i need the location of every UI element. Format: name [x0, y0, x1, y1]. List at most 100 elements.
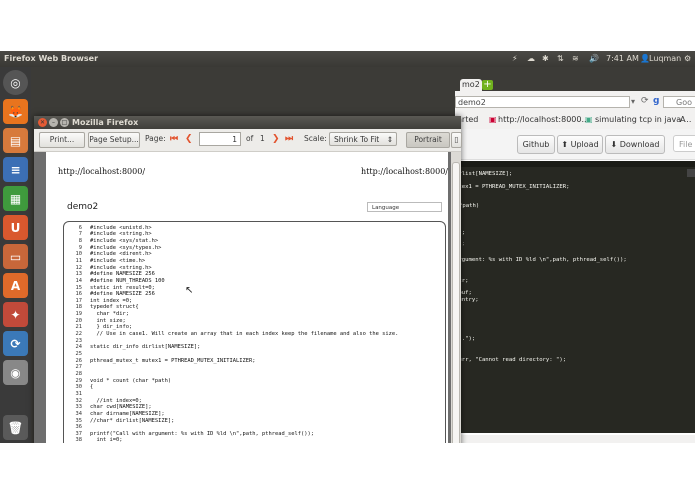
disk-icon[interactable]: ◉ — [3, 360, 28, 385]
code-text: printf("Call with argument: %s with ID %… — [90, 430, 314, 437]
line-number: 14 — [75, 277, 83, 284]
impress-icon[interactable]: ▭ — [3, 244, 28, 269]
settings-icon[interactable]: ✦ — [3, 302, 28, 327]
update-icon[interactable]: ⟳ — [3, 331, 28, 356]
maximize-icon[interactable]: □ — [60, 118, 69, 127]
landscape-icon[interactable]: ▯ — [451, 132, 462, 148]
download-button[interactable]: ⬇ Download — [605, 135, 665, 154]
line-number: 32 — [75, 397, 83, 404]
line-number: 23 — [75, 337, 83, 344]
tab-demo2[interactable]: mo2 — [460, 79, 482, 91]
preview-area: http://localhost:8000/ http://localhost:… — [34, 152, 451, 443]
editor-line: *path) — [459, 203, 480, 209]
line-number: 24 — [75, 344, 83, 351]
download-icon: ⬇ — [610, 140, 620, 149]
network-icon[interactable]: ⚡ — [512, 51, 518, 67]
first-page-icon[interactable]: ⏮ — [170, 133, 178, 145]
scale-label: Scale: — [304, 134, 327, 143]
line-number: 15 — [75, 284, 83, 291]
wifi-icon[interactable]: ≋ — [572, 51, 579, 67]
bluetooth-icon[interactable]: ✱ — [542, 51, 549, 67]
previous-page-icon[interactable]: ❮ — [185, 133, 193, 145]
editor-line: derr, "Cannot read directory: "); — [455, 357, 567, 363]
file-input[interactable]: File p — [673, 135, 695, 152]
page-setup-button[interactable]: Page Setup... — [88, 132, 140, 148]
line-number: 20 — [75, 317, 83, 324]
code-line: 36 — [64, 424, 90, 430]
line-number: 34 — [75, 410, 83, 417]
portrait-button[interactable]: Portrait — [406, 132, 450, 148]
volume-icon[interactable]: 🔊 — [589, 51, 599, 67]
code-text: #include <time.h> — [90, 257, 146, 264]
code-text: { — [90, 384, 94, 391]
code-line: 16 #define NAMESIZE 256 — [64, 291, 155, 297]
code-text: #include <sys/types.h> — [90, 244, 162, 251]
top-panel: Firefox Web Browser ⚡ ☁ ✱ ⇅ ≋ 🔊 7:41 AM … — [0, 51, 695, 67]
code-line: 22 // Use in case1. Will create an array… — [64, 331, 399, 337]
bookmark-tcp[interactable]: simulating tcp in java ... — [595, 112, 691, 128]
editor-line: irlist[NAMESIZE]; — [455, 171, 513, 177]
next-page-icon[interactable]: ❯ — [272, 133, 280, 145]
firefox-icon[interactable]: 🦊 — [3, 99, 28, 124]
upload-icon: ⬆ — [561, 140, 571, 149]
last-page-icon[interactable]: ⏭ — [285, 133, 293, 145]
dropdown-icon[interactable]: ▾ — [631, 97, 635, 106]
code-editor[interactable]: irlist[NAMESIZE]; utex1 = PTHREAD_MUTEX_… — [455, 161, 695, 433]
writer-icon[interactable]: ≡ — [3, 157, 28, 182]
calc-icon[interactable]: ▦ — [3, 186, 28, 211]
upload-button[interactable]: ⬆ Upload — [557, 135, 603, 154]
code-line: 27 — [64, 364, 90, 370]
bookmark-localhost[interactable]: http://localhost:8000... — [498, 112, 589, 128]
upload-label: Upload — [570, 140, 599, 149]
code-text: typedef struct{ — [90, 304, 139, 311]
minimize-icon[interactable]: – — [49, 118, 58, 127]
code-line: 6 #include <unistd.h> — [64, 225, 152, 231]
ubuntu-one-icon[interactable]: U — [3, 215, 28, 240]
background-browser-window: mo2 + demo2 ▾ ⟳ g Goo arted ▣ http://loc… — [455, 67, 695, 443]
line-number: 25 — [75, 351, 83, 357]
scale-select[interactable]: Shrink To Fit ⇕ — [329, 132, 397, 146]
language-select: Language — [367, 202, 442, 212]
print-preview-window: ✕ – □ Mozilla Firefox Print... Page Setu… — [34, 116, 462, 443]
code-text: pthread_mutex_t mutex1 = PTHREAD_MUTEX_I… — [90, 357, 256, 364]
close-icon[interactable]: ✕ — [38, 118, 47, 127]
ubuntu-one-indicator-icon[interactable]: ☁ — [527, 51, 535, 67]
vertical-scrollbar[interactable] — [451, 152, 461, 443]
code-line: 21 } dir_info; — [64, 324, 133, 331]
clock[interactable]: 7:41 AM — [606, 51, 639, 67]
code-text: char *dir; — [90, 311, 129, 318]
bookmarks-bar: arted ▣ http://localhost:8000... ▣ simul… — [455, 112, 695, 128]
power-icon[interactable]: ⚙ — [684, 51, 691, 67]
page-number-input[interactable]: 1 — [199, 132, 241, 146]
window-titlebar[interactable]: ✕ – □ Mozilla Firefox — [34, 116, 461, 129]
line-number: 33 — [75, 404, 83, 411]
url-input[interactable]: demo2 — [455, 96, 630, 108]
code-text: #define NAMESIZE 256 — [90, 271, 155, 278]
trash-icon[interactable]: 🗑 — [3, 415, 28, 440]
bookmark-a[interactable]: A — [680, 112, 685, 128]
user-name[interactable]: Luqman — [649, 51, 681, 67]
editor-toolbar: Github ⬆ Upload ⬇ Download File p — [455, 129, 695, 160]
reload-icon[interactable]: ⟳ — [641, 96, 649, 106]
new-tab-icon[interactable]: + — [482, 80, 493, 90]
ubuntu-logo-icon[interactable]: ◎ — [3, 70, 28, 95]
code-line: 30 { — [64, 384, 94, 391]
scale-value: Shrink To Fit — [334, 135, 380, 144]
code-line: 13 #define NAMESIZE 256 — [64, 271, 155, 277]
print-button[interactable]: Print... — [39, 132, 85, 148]
github-button[interactable]: Github — [517, 135, 555, 154]
editor-line: utex1 = PTHREAD_MUTEX_INITIALIZER; — [455, 184, 570, 190]
code-text: int index =0; — [90, 297, 133, 304]
line-number: 21 — [75, 324, 83, 331]
line-number: 28 — [75, 370, 83, 377]
software-center-icon[interactable]: A — [3, 273, 28, 298]
code-text: #define NUM_THREADS 100 — [90, 277, 165, 284]
scrollbar-thumb[interactable] — [452, 162, 460, 443]
search-input[interactable]: Goo — [663, 96, 695, 108]
keyboard-icon[interactable]: ⇅ — [557, 51, 564, 67]
files-icon[interactable]: ▤ — [3, 128, 28, 153]
